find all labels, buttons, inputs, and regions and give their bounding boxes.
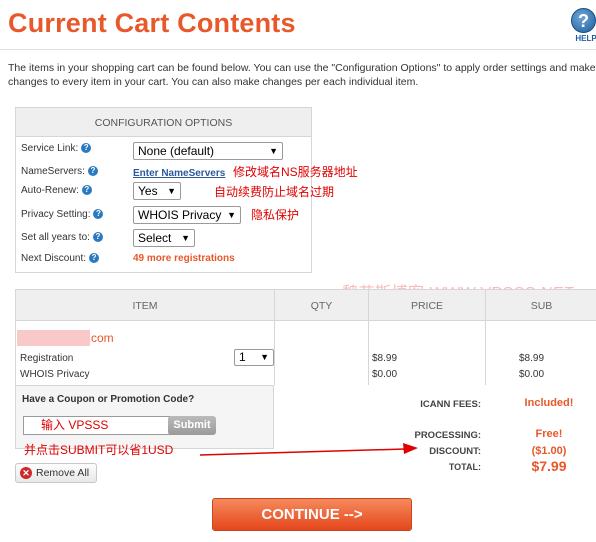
discount-value: ($1.00) [531,445,567,457]
processing-label: PROCESSING: [414,430,481,441]
processing-value: Free! [535,428,563,440]
remove-all-button[interactable]: ✕ Remove All [15,463,97,483]
remove-icon: ✕ [20,467,32,479]
continue-button[interactable]: CONTINUE --> [212,498,412,531]
discount-label: DISCOUNT: [429,446,481,457]
icann-fees-label: ICANN FEES: [420,399,481,410]
icann-fees-value: Included! [524,397,574,409]
total-value: $7.99 [531,458,567,474]
total-label: TOTAL: [448,462,481,472]
